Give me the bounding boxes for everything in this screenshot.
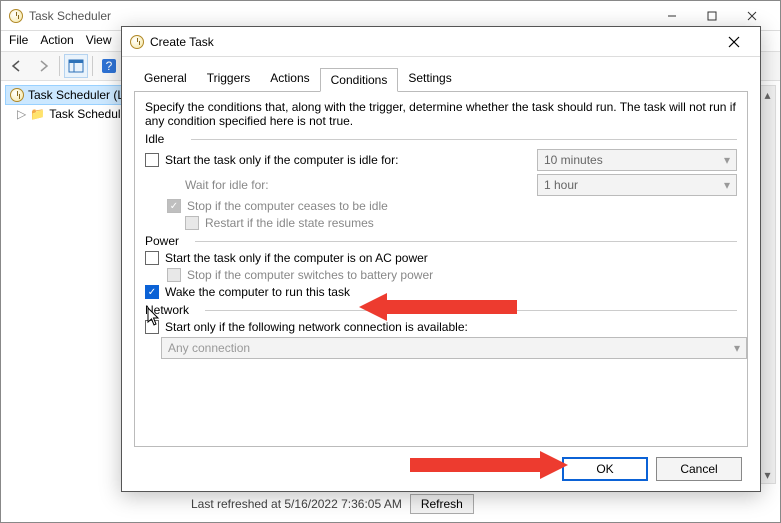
- folder-icon: 📁: [30, 107, 45, 121]
- create-task-dialog: Create Task General Triggers Actions Con…: [121, 26, 761, 492]
- tab-general[interactable]: General: [134, 67, 197, 91]
- ok-button[interactable]: OK: [562, 457, 648, 481]
- dialog-close-button[interactable]: [716, 29, 752, 55]
- wait-duration-combo[interactable]: 1 hour: [537, 174, 737, 196]
- menu-file[interactable]: File: [9, 33, 28, 49]
- restart-if-resumes-label: Restart if the idle state resumes: [205, 216, 374, 230]
- tree-child-label: Task Schedul: [49, 107, 120, 121]
- status-bar: Last refreshed at 5/16/2022 7:36:05 AM R…: [191, 494, 474, 514]
- tree-root-label: Task Scheduler (L: [28, 88, 124, 102]
- dialog-tabs: General Triggers Actions Conditions Sett…: [122, 57, 760, 91]
- help-button[interactable]: ?: [97, 54, 121, 78]
- task-scheduler-icon: [10, 88, 24, 102]
- network-connection-combo[interactable]: Any connection: [161, 337, 747, 359]
- network-available-checkbox[interactable]: [145, 320, 159, 334]
- task-scheduler-icon: [130, 35, 144, 49]
- vertical-scrollbar[interactable]: ▴ ▾: [759, 85, 776, 484]
- scroll-up-icon[interactable]: ▴: [760, 86, 775, 103]
- network-section-label: Network: [145, 303, 737, 317]
- main-window-title: Task Scheduler: [29, 9, 652, 23]
- cancel-button[interactable]: Cancel: [656, 457, 742, 481]
- stop-if-ceases-label: Stop if the computer ceases to be idle: [187, 199, 388, 213]
- dialog-button-row: OK Cancel: [122, 447, 760, 491]
- menu-action[interactable]: Action: [40, 33, 73, 49]
- show-hide-pane-button[interactable]: [64, 54, 88, 78]
- dialog-titlebar: Create Task: [122, 27, 760, 57]
- menu-view[interactable]: View: [86, 33, 112, 49]
- ac-power-checkbox[interactable]: [145, 251, 159, 265]
- tab-conditions[interactable]: Conditions: [320, 68, 399, 92]
- wait-for-idle-label: Wait for idle for:: [185, 178, 269, 192]
- status-text: Last refreshed at 5/16/2022 7:36:05 AM: [191, 497, 402, 511]
- expand-icon[interactable]: ▷: [17, 107, 26, 121]
- svg-text:?: ?: [106, 59, 113, 73]
- idle-duration-combo[interactable]: 10 minutes: [537, 149, 737, 171]
- wake-computer-checkbox[interactable]: ✓: [145, 285, 159, 299]
- conditions-panel: Specify the conditions that, along with …: [134, 91, 748, 447]
- network-available-label: Start only if the following network conn…: [165, 320, 468, 334]
- conditions-description: Specify the conditions that, along with …: [145, 100, 737, 128]
- dialog-title: Create Task: [150, 35, 716, 49]
- stop-battery-checkbox: [167, 268, 181, 282]
- refresh-button[interactable]: Refresh: [410, 494, 474, 514]
- tab-settings[interactable]: Settings: [398, 67, 461, 91]
- start-only-idle-checkbox[interactable]: [145, 153, 159, 167]
- back-button[interactable]: [5, 54, 29, 78]
- tab-triggers[interactable]: Triggers: [197, 67, 261, 91]
- start-only-idle-label: Start the task only if the computer is i…: [165, 153, 398, 167]
- restart-if-resumes-checkbox: [185, 216, 199, 230]
- scroll-down-icon[interactable]: ▾: [760, 466, 775, 483]
- wake-computer-label: Wake the computer to run this task: [165, 285, 350, 299]
- stop-if-ceases-checkbox: ✓: [167, 199, 181, 213]
- power-section-label: Power: [145, 234, 737, 248]
- idle-section-label: Idle: [145, 132, 737, 146]
- task-scheduler-icon: [9, 9, 23, 23]
- tab-actions[interactable]: Actions: [260, 67, 319, 91]
- forward-button[interactable]: [31, 54, 55, 78]
- ac-power-label: Start the task only if the computer is o…: [165, 251, 428, 265]
- stop-battery-label: Stop if the computer switches to battery…: [187, 268, 433, 282]
